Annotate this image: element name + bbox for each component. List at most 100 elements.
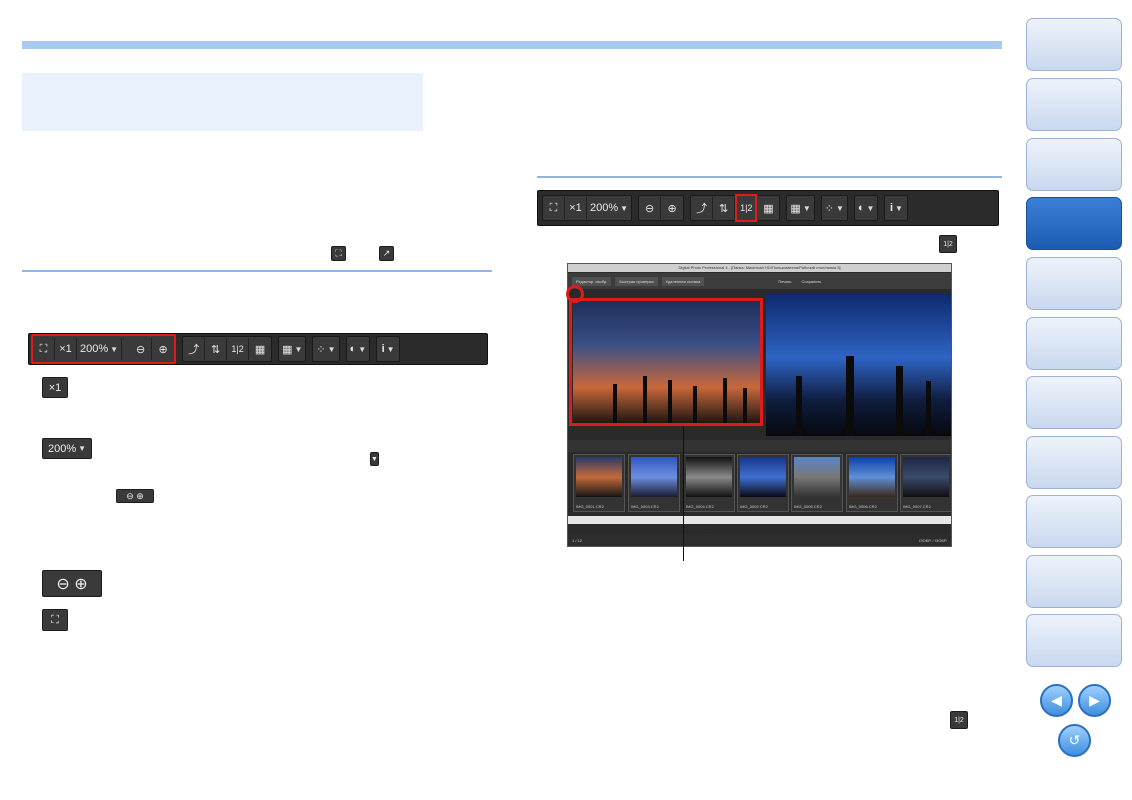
compare-button[interactable]: 1|2 (227, 338, 250, 360)
nav-tab-9[interactable] (1026, 495, 1122, 548)
zoom-in-button[interactable]: ⊕ (152, 338, 174, 360)
info-button[interactable]: i ▼ (377, 338, 399, 360)
thumbnail-image (903, 457, 949, 497)
flip-icon[interactable]: ⇅ (205, 338, 228, 360)
nav-tab-11[interactable] (1026, 614, 1122, 667)
info-button[interactable]: i ▼ (885, 197, 907, 219)
thumbnail-item[interactable]: IMG_0003.CR2 (628, 454, 680, 512)
grid-icon[interactable]: ▦ ▼ (279, 338, 305, 360)
rotate-left-icon[interactable]: ⤴ (691, 197, 714, 219)
fit-window-icon: ⛶ (331, 246, 346, 261)
rotate-left-icon[interactable]: ⤴ (183, 338, 206, 360)
thumbnail-item[interactable]: IMG_0006.CR2 (846, 454, 898, 512)
nav-tab-6[interactable] (1026, 317, 1122, 370)
fit-window-button[interactable]: ⛶ (33, 338, 55, 360)
grid-group: ▦ ▼ (278, 336, 307, 362)
filter-label: Фильтр: Выкл. (688, 525, 715, 530)
right-toolbar: ⛶ ×1 200% ▼ ⊖ ⊕ ⤴ ⇅ 1|2 ▦ ▦ ▼ ⁘ ▼ ◐ ▼ i ▼ (537, 190, 999, 226)
status-bar: 1 / 12 IЗОБР. / IЗОБР. (568, 534, 951, 546)
left-toolbar: ⛶ ×1 200% ▼ ⊖ ⊕ ⤴ ⇅ 1|2 ▦ ▦ ▼ ⁘ ▼ ◐ ▼ i ▼ (28, 333, 488, 365)
grid-group-right: ▦ ▼ (786, 195, 815, 221)
zoom-select[interactable]: 200% ▼ (77, 338, 123, 360)
thumbnail-label: IMG_0005.CR2 (794, 504, 822, 509)
layout-group-right: ⤴ ⇅ 1|2 ▦ (690, 194, 781, 222)
return-icon[interactable]: ↺ (1058, 724, 1091, 757)
highlight-left-pane (569, 298, 763, 426)
info-group-right: i ▼ (884, 195, 909, 221)
fit-window-button[interactable]: ⛶ (543, 197, 565, 219)
tab-editor[interactable]: Редактор. изобр. (572, 276, 612, 286)
chevron-down-icon: ▼ (370, 452, 379, 466)
zoom-out-button[interactable]: ⊖ (130, 338, 153, 360)
right-section-rule (537, 176, 1002, 178)
zoom-in-button[interactable]: ⊕ (661, 197, 683, 219)
left-section-rule (22, 270, 492, 272)
tab-quick-check[interactable]: Быстрая проверка (615, 276, 658, 286)
thumbnail-image (794, 457, 840, 497)
nav-tab-8[interactable] (1026, 436, 1122, 489)
thumbnail-label: IMG_0007.CR2 (903, 504, 931, 509)
nav-tab-2[interactable] (1026, 78, 1122, 131)
highlight-warning-icon[interactable]: ◐ ▼ (855, 197, 878, 219)
tab-bar: Редактор. изобр. Быстрая проверка Удален… (568, 273, 951, 289)
thumbnail-item[interactable]: IMG_0001.CR2 (573, 454, 625, 512)
thumbnail-image (631, 457, 677, 497)
zoom-select[interactable]: 200% ▼ (587, 197, 631, 219)
zoom-x1-button[interactable]: ×1 (565, 197, 587, 219)
thumbnail-item[interactable]: IMG_0007.CR2 (900, 454, 952, 512)
window-title: Digital Photo Professional 4 - [Папка: M… (568, 264, 951, 272)
layout-icon[interactable]: ▦ (249, 338, 271, 360)
nav-tab-7[interactable] (1026, 376, 1122, 429)
status-right: IЗОБР. / IЗОБР. (919, 537, 947, 543)
af-points-icon[interactable]: ⁘ ▼ (822, 197, 847, 219)
magnifier-circle (566, 285, 584, 303)
info-group: i ▼ (376, 336, 401, 362)
tab-remote[interactable]: Удаленная съемка (661, 276, 705, 286)
zoom-group-right: ⛶ ×1 200% ▼ (542, 195, 633, 221)
nav-tab-5[interactable] (1026, 257, 1122, 310)
thumbnail-image (740, 457, 786, 497)
thumbnail-label: IMG_0002.CR2 (740, 504, 768, 509)
status-left: 1 / 12 (572, 537, 583, 543)
af-points-icon[interactable]: ⁘ ▼ (313, 338, 338, 360)
zoom-out-in-large-icon: ⊖ ⊕ (42, 570, 102, 597)
chevron-down-icon: ▼ (110, 344, 119, 354)
nav-tab-4[interactable] (1026, 197, 1122, 250)
compare-icon: 1|2 (950, 711, 968, 729)
layout-icon[interactable]: ▦ (757, 197, 779, 219)
save-button[interactable]: Сохранить (802, 279, 822, 284)
zoom-x1-button[interactable]: ×1 (55, 338, 77, 360)
thumbnail-item[interactable]: IMG_0002.CR2 (737, 454, 789, 512)
thumbnail-label: IMG_0006.CR2 (849, 504, 877, 509)
thumbnail-item[interactable]: IMG_0005.CR2 (791, 454, 843, 512)
highlight-warning-icon[interactable]: ◐ ▼ (347, 338, 370, 360)
zoom-controls-group: ⛶ ×1 200% ▼ ⊖ ⊕ (31, 334, 177, 364)
top-rule (22, 41, 1002, 49)
callout-line (683, 426, 684, 561)
flip-icon[interactable]: ⇅ (713, 197, 736, 219)
af-group-right: ⁘ ▼ (820, 195, 848, 221)
nav-tab-1[interactable] (1026, 18, 1122, 71)
zoom-out-in-icon: ⊖ ⊕ (116, 489, 154, 503)
zoom-out-button[interactable]: ⊖ (639, 197, 662, 219)
zoom-step-group-right: ⊖ ⊕ (638, 195, 685, 221)
thumbnail-item[interactable]: IMG_0004.CR2 (683, 454, 735, 512)
fit-window-icon: ⛶ (42, 609, 68, 631)
nav-tab-3[interactable] (1026, 138, 1122, 191)
mini-toolbar (568, 440, 951, 452)
compare-icon: 1|2 (939, 235, 957, 253)
filter-bar: Фильтр: Выкл. (568, 516, 951, 530)
nav-tab-10[interactable] (1026, 555, 1122, 608)
right-image-pane (766, 294, 951, 436)
print-button[interactable]: Печать (778, 279, 791, 284)
arrow-right-icon[interactable]: ▶ (1078, 684, 1111, 717)
layout-group: ⤴ ⇅ 1|2 ▦ (182, 336, 273, 362)
thumbnail-image (849, 457, 895, 497)
zoom-value: 200% (80, 343, 109, 355)
arrow-left-icon[interactable]: ◀ (1040, 684, 1073, 717)
thumbnail-label: IMG_0001.CR2 (576, 504, 604, 509)
grid-icon[interactable]: ▦ ▼ (787, 197, 813, 219)
compare-button[interactable]: 1|2 (735, 194, 758, 222)
thumbnail-label: IMG_0003.CR2 (631, 504, 659, 509)
zoom-select-icon: 200% ▼ (42, 438, 92, 459)
